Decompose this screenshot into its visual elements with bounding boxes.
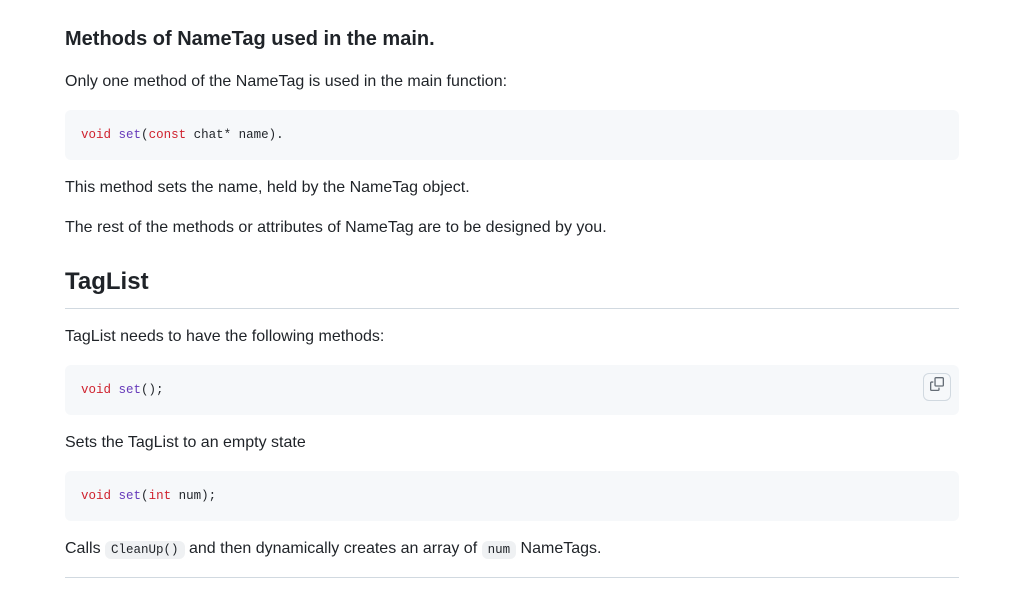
paragraph: TagList needs to have the following meth… xyxy=(65,325,959,349)
paragraph: Calls CleanUp() and then dynamically cre… xyxy=(65,537,959,561)
code-text xyxy=(111,383,119,397)
code-keyword: void xyxy=(81,489,111,503)
text: and then dynamically creates an array of xyxy=(185,540,482,557)
code-function: set xyxy=(119,128,142,142)
code-text: num); xyxy=(171,489,216,503)
paragraph: Sets the TagList to an empty state xyxy=(65,431,959,455)
code-type: int xyxy=(149,489,172,503)
inline-code: CleanUp() xyxy=(105,541,185,559)
code-function: set xyxy=(119,489,142,503)
code-text xyxy=(111,128,119,142)
code-block: void set(const chat* name). xyxy=(65,110,959,160)
code-keyword: void xyxy=(81,383,111,397)
code-keyword: void xyxy=(81,128,111,142)
code-text: ( xyxy=(141,128,149,142)
paragraph: Only one method of the NameTag is used i… xyxy=(65,70,959,94)
section-heading-methods: Methods of NameTag used in the main. xyxy=(65,24,959,54)
paragraph: This method sets the name, held by the N… xyxy=(65,176,959,200)
copy-button[interactable] xyxy=(923,373,951,401)
divider xyxy=(65,577,959,578)
copy-icon xyxy=(930,377,944,397)
code-block: void set(); xyxy=(65,365,959,415)
code-function: set xyxy=(119,383,142,397)
code-keyword: const xyxy=(149,128,187,142)
section-heading-taglist: TagList xyxy=(65,264,959,309)
text: Calls xyxy=(65,540,105,557)
text: NameTags. xyxy=(516,540,601,557)
code-text: ( xyxy=(141,489,149,503)
code-block: void set(int num); xyxy=(65,471,959,521)
inline-code: num xyxy=(482,541,517,559)
paragraph: The rest of the methods or attributes of… xyxy=(65,216,959,240)
code-text xyxy=(111,489,119,503)
code-text: chat* name). xyxy=(186,128,284,142)
code-text: (); xyxy=(141,383,164,397)
